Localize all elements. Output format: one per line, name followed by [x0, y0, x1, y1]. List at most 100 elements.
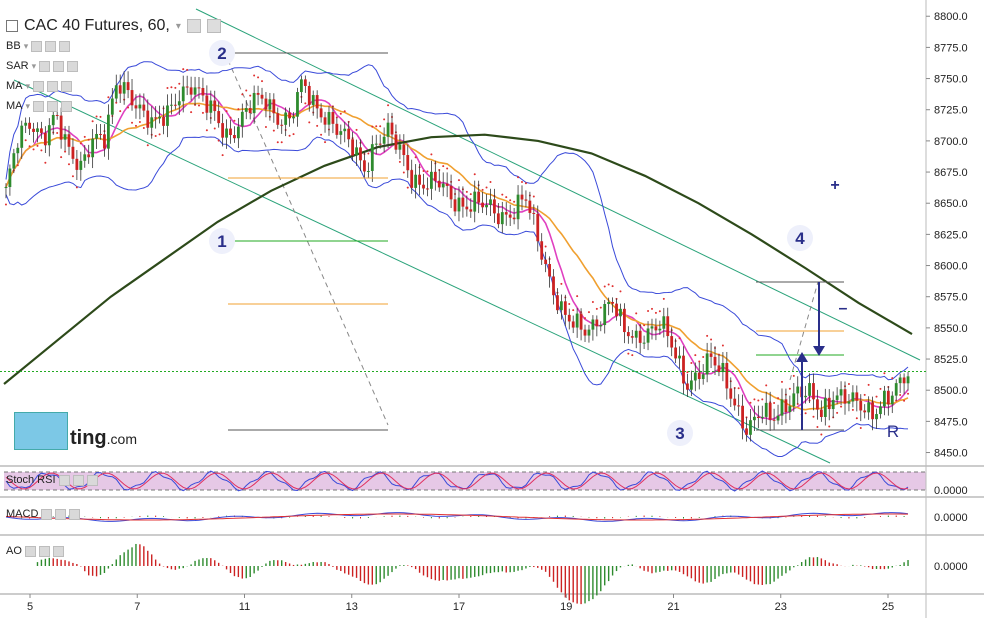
- eye-icon[interactable]: [186, 19, 201, 33]
- close-icon[interactable]: [86, 474, 98, 486]
- candle-body: [185, 86, 189, 88]
- close-icon[interactable]: [69, 508, 81, 520]
- chevron-down-icon[interactable]: ▾: [24, 41, 29, 52]
- candle-body: [83, 154, 87, 161]
- candle-body: [28, 122, 32, 129]
- sar-dot: [694, 354, 697, 357]
- chevron-down-icon[interactable]: ▾: [176, 21, 181, 32]
- pane-label-macd[interactable]: MACD: [6, 508, 81, 520]
- candle-body: [489, 199, 492, 205]
- candle-body: [898, 377, 902, 384]
- sar-dot: [710, 338, 713, 341]
- chevron-down-icon[interactable]: ▾: [26, 81, 31, 92]
- candle-body: [122, 82, 126, 94]
- x-tick-label: 13: [346, 601, 358, 613]
- sar-dot: [591, 301, 594, 304]
- candle-body: [142, 104, 146, 111]
- y-tick-label: 8450.0: [934, 448, 968, 460]
- close-icon[interactable]: [67, 60, 79, 72]
- candle-body: [209, 100, 213, 113]
- gear-icon[interactable]: [72, 474, 84, 486]
- candle-body: [71, 146, 75, 159]
- sar-dot: [205, 129, 208, 132]
- sar-dot: [505, 196, 508, 199]
- pane-label-stoch[interactable]: Stoch RSI: [6, 474, 98, 486]
- candle-body: [339, 131, 343, 135]
- indicator-ma-1[interactable]: MA ▾: [6, 80, 73, 92]
- sar-dot: [907, 392, 910, 395]
- gear-icon[interactable]: [47, 80, 59, 92]
- gear-icon[interactable]: [53, 60, 65, 72]
- sar-dot: [647, 310, 650, 313]
- candle-body: [792, 393, 796, 407]
- candle-body: [473, 191, 477, 212]
- sar-dot: [237, 108, 240, 111]
- candle-body: [816, 399, 819, 410]
- wave-label: 3: [675, 424, 684, 443]
- sar-dot: [355, 128, 358, 131]
- candle-body: [812, 383, 815, 400]
- gear-icon[interactable]: [38, 545, 50, 557]
- close-icon[interactable]: [61, 80, 73, 92]
- sar-dot: [517, 176, 520, 179]
- candle-body: [563, 301, 567, 315]
- x-tick-label: 5: [27, 601, 33, 613]
- candle-body: [103, 134, 106, 149]
- candle-body: [859, 400, 863, 411]
- eye-icon[interactable]: [58, 474, 70, 486]
- candle-body: [162, 116, 165, 126]
- chart-title[interactable]: CAC 40 Futures, 60, ▾: [6, 17, 221, 35]
- eye-icon[interactable]: [41, 508, 53, 520]
- indicator-ma-2[interactable]: MA ▾: [6, 100, 73, 112]
- candle-body: [193, 87, 197, 95]
- candle-body: [678, 355, 681, 359]
- candle-body: [252, 92, 256, 114]
- candle-body: [808, 383, 811, 396]
- close-icon[interactable]: [61, 100, 73, 112]
- stoch-label: Stoch RSI: [6, 474, 56, 486]
- close-icon[interactable]: [52, 545, 64, 557]
- close-icon[interactable]: [59, 40, 71, 52]
- indicator-sar[interactable]: SAR ▾: [6, 60, 79, 72]
- eye-icon[interactable]: [33, 80, 45, 92]
- candle-body: [819, 409, 823, 417]
- candle-body: [138, 104, 142, 109]
- logo-icon: [14, 412, 68, 450]
- x-tick-label: 19: [560, 601, 572, 613]
- gear-icon[interactable]: [45, 40, 57, 52]
- pane-label-ao[interactable]: AO: [6, 545, 64, 557]
- eye-icon[interactable]: [24, 545, 36, 557]
- sar-dot: [532, 195, 535, 198]
- sar-dot: [253, 74, 256, 77]
- candle-body: [264, 98, 268, 110]
- indicator-bb[interactable]: BB ▾: [6, 40, 71, 52]
- collapse-icon[interactable]: [6, 20, 18, 32]
- candle-body: [493, 199, 496, 214]
- candle-body: [134, 105, 138, 109]
- sar-dot: [213, 127, 216, 130]
- sar-dot: [217, 139, 220, 142]
- candle-body: [363, 160, 366, 172]
- sar-dot: [643, 324, 646, 327]
- y-tick-label: 8725.0: [934, 105, 968, 117]
- sar-dot: [501, 193, 504, 196]
- candle-body: [654, 326, 658, 331]
- gear-icon[interactable]: [206, 19, 221, 33]
- gear-icon[interactable]: [47, 100, 59, 112]
- chevron-down-icon[interactable]: ▾: [32, 61, 37, 72]
- sar-dot: [828, 425, 831, 428]
- candle-body: [902, 377, 906, 384]
- sar-dot: [509, 199, 512, 202]
- chevron-down-icon[interactable]: ▾: [26, 101, 31, 112]
- candle-body: [749, 420, 752, 435]
- eye-icon[interactable]: [39, 60, 51, 72]
- sar-dot: [446, 167, 449, 170]
- sar-dot: [820, 433, 823, 436]
- gear-icon[interactable]: [55, 508, 67, 520]
- sar-dot: [127, 106, 130, 109]
- x-tick-label: 7: [134, 601, 140, 613]
- eye-icon[interactable]: [31, 40, 43, 52]
- candle-body: [658, 328, 662, 331]
- candle-body: [284, 112, 288, 125]
- eye-icon[interactable]: [33, 100, 45, 112]
